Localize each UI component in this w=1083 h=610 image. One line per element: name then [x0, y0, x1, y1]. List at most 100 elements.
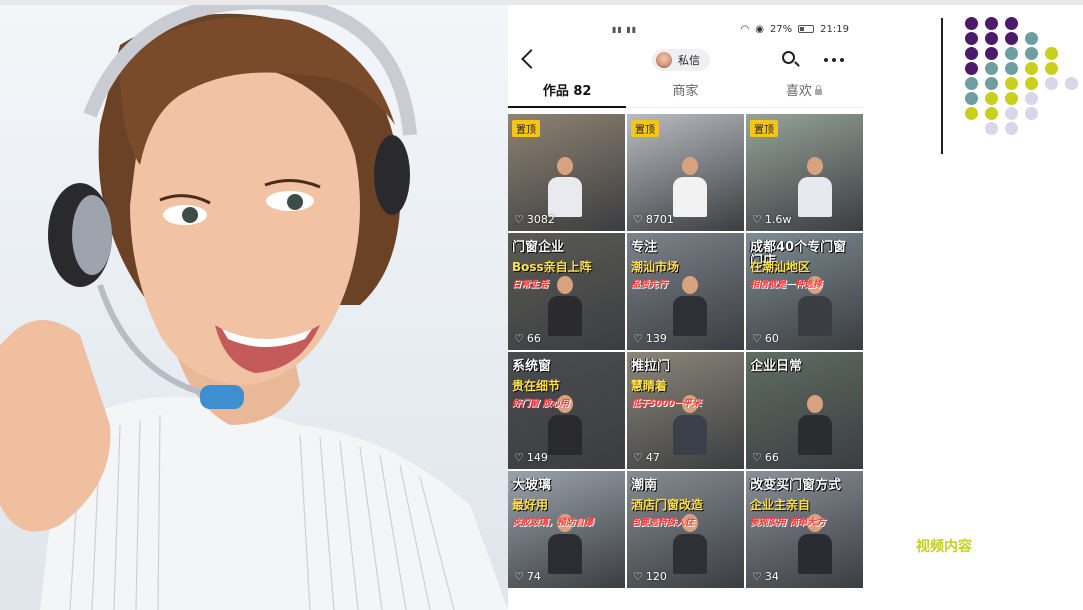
- profile-tabs: 作品 82 商家 喜欢: [508, 76, 863, 108]
- slide: ▮▮ ▮▮ ◠ ◉ 27% 21:19 私信 作品 82 商家 喜欢 置顶 ♡ 30…: [0, 0, 1083, 610]
- decor-dot: [1005, 122, 1018, 135]
- video-caption-tagline: 美观实用 简单大方: [750, 518, 826, 528]
- heart-icon: ♡: [752, 332, 762, 345]
- video-caption-tagline: 品质先行: [631, 280, 668, 290]
- video-caption-title: 大玻璃: [512, 478, 552, 493]
- video-caption-title: 改变买门窗方式: [750, 478, 842, 493]
- like-count: ♡ 149: [514, 451, 548, 464]
- person-figure: [673, 157, 707, 217]
- video-tile[interactable]: 置顶 ♡ 3082: [508, 114, 625, 231]
- more-icon[interactable]: [824, 58, 844, 62]
- decor-dot: [1005, 77, 1018, 90]
- person-figure: [798, 157, 832, 217]
- decor-dot: [1025, 62, 1038, 75]
- phone-screenshot: ▮▮ ▮▮ ◠ ◉ 27% 21:19 私信 作品 82 商家 喜欢 置顶 ♡ 30…: [508, 10, 863, 590]
- battery-percent: 27%: [769, 23, 793, 35]
- decor-dot: [965, 92, 978, 105]
- heart-icon: ♡: [752, 213, 762, 226]
- heart-icon: ♡: [633, 570, 643, 583]
- video-tile[interactable]: 大玻璃最好用夹胶玻璃，预防自爆 ♡ 74: [508, 471, 625, 588]
- pinned-badge: 置顶: [631, 120, 659, 137]
- search-icon[interactable]: [782, 51, 795, 64]
- heart-icon: ♡: [514, 570, 524, 583]
- video-caption-subtitle: 在潮汕地区: [750, 260, 811, 274]
- dm-label: 私信: [678, 54, 700, 67]
- dm-button[interactable]: 私信: [652, 49, 710, 71]
- decor-dot: [965, 107, 978, 120]
- decor-dot: [1005, 32, 1018, 45]
- tab-merchant[interactable]: 商家: [626, 76, 744, 107]
- tab-likes[interactable]: 喜欢: [745, 76, 863, 107]
- like-count: ♡ 139: [633, 332, 667, 345]
- decor-dot: [965, 47, 978, 60]
- like-count: ♡ 120: [633, 570, 667, 583]
- battery-icon: [798, 25, 815, 33]
- like-count: ♡ 1.6w: [752, 213, 792, 226]
- like-count: ♡ 74: [514, 570, 541, 583]
- pinned-badge: 置顶: [512, 120, 540, 137]
- customer-service-photo: [0, 5, 508, 610]
- decor-dot: [1045, 77, 1058, 90]
- heart-icon: ♡: [752, 570, 762, 583]
- video-tile[interactable]: 置顶 ♡ 8701: [627, 114, 744, 231]
- decor-dot: [985, 122, 998, 135]
- video-caption-tagline: 夹胶玻璃，预防自爆: [512, 518, 594, 528]
- decor-dot: [1005, 107, 1018, 120]
- video-tile[interactable]: 潮南 酒店门窗改造 色要选特殊入住 ♡ 120: [627, 471, 744, 588]
- like-count: ♡ 34: [752, 570, 779, 583]
- decor-dot: [985, 32, 998, 45]
- person-figure: [798, 395, 832, 455]
- tab-works[interactable]: 作品 82: [508, 76, 626, 107]
- decor-dot: [1045, 47, 1058, 60]
- heart-icon: ♡: [514, 213, 524, 226]
- lock-icon: [814, 84, 822, 95]
- video-caption-subtitle: 最好用: [512, 498, 549, 512]
- decor-dot: [1025, 77, 1038, 90]
- like-count: ♡ 66: [752, 451, 779, 464]
- video-tile[interactable]: 系统窗 贵在细节 好门窗 放心用 ♡ 149: [508, 352, 625, 469]
- decor-dot: [1005, 17, 1018, 30]
- back-icon[interactable]: [521, 49, 541, 69]
- heart-icon: ♡: [514, 332, 524, 345]
- like-count: ♡ 3082: [514, 213, 555, 226]
- heart-icon: ♡: [514, 451, 524, 464]
- signal-icon: ▮▮ ▮▮: [612, 24, 638, 34]
- decor-dot: [1005, 92, 1018, 105]
- video-caption-tagline: 好门窗 放心用: [512, 399, 570, 409]
- nav-bar: 私信: [508, 48, 863, 76]
- video-caption-subtitle: 企业主亲自: [750, 498, 811, 512]
- video-tile[interactable]: 门窗企业 Boss亲自上阵 日常生活 ♡ 66: [508, 233, 625, 350]
- person-figure: [548, 157, 582, 217]
- video-caption-tagline: 低于5000一平米: [631, 399, 702, 409]
- video-tile[interactable]: 专注 潮汕市场 品质先行 ♡ 139: [627, 233, 744, 350]
- heart-icon: ♡: [752, 451, 762, 464]
- decor-dot: [965, 77, 978, 90]
- decor-dot: [985, 92, 998, 105]
- video-caption-subtitle: 贵在细节: [512, 379, 561, 393]
- decor-dot: [1005, 47, 1018, 60]
- decor-dot: [1005, 62, 1018, 75]
- video-tile[interactable]: 成都40个专门窗门店 在潮汕地区 相信就是一种选择 ♡ 60: [746, 233, 863, 350]
- heart-icon: ♡: [633, 213, 643, 226]
- video-tile[interactable]: 改变买门窗方式 企业主亲自美观实用 简单大方 ♡ 34: [746, 471, 863, 588]
- eye-icon: ◉: [755, 23, 764, 35]
- wifi-icon: ◠: [740, 23, 750, 35]
- video-caption-subtitle: Boss亲自上阵: [512, 260, 592, 274]
- heart-icon: ♡: [633, 451, 643, 464]
- divider-line: [941, 18, 943, 154]
- like-count: ♡ 8701: [633, 213, 674, 226]
- video-tile[interactable]: 企业日常 ♡ 66: [746, 352, 863, 469]
- decor-dot: [985, 77, 998, 90]
- video-caption-title: 企业日常: [750, 359, 803, 374]
- decor-dot: [1065, 77, 1078, 90]
- status-time: 21:19: [820, 23, 849, 35]
- decor-dot: [985, 17, 998, 30]
- video-tile[interactable]: 置顶 ♡ 1.6w: [746, 114, 863, 231]
- video-tile[interactable]: 推拉门 慧睛着 低于5000一平米 ♡ 47: [627, 352, 744, 469]
- heart-icon: ♡: [633, 332, 643, 345]
- tab-indicator: [508, 106, 626, 108]
- headset-woman-illustration: [0, 5, 508, 610]
- video-caption-subtitle: 潮汕市场: [631, 260, 680, 274]
- like-count: ♡ 66: [514, 332, 541, 345]
- video-caption-subtitle: 慧睛着: [631, 379, 668, 393]
